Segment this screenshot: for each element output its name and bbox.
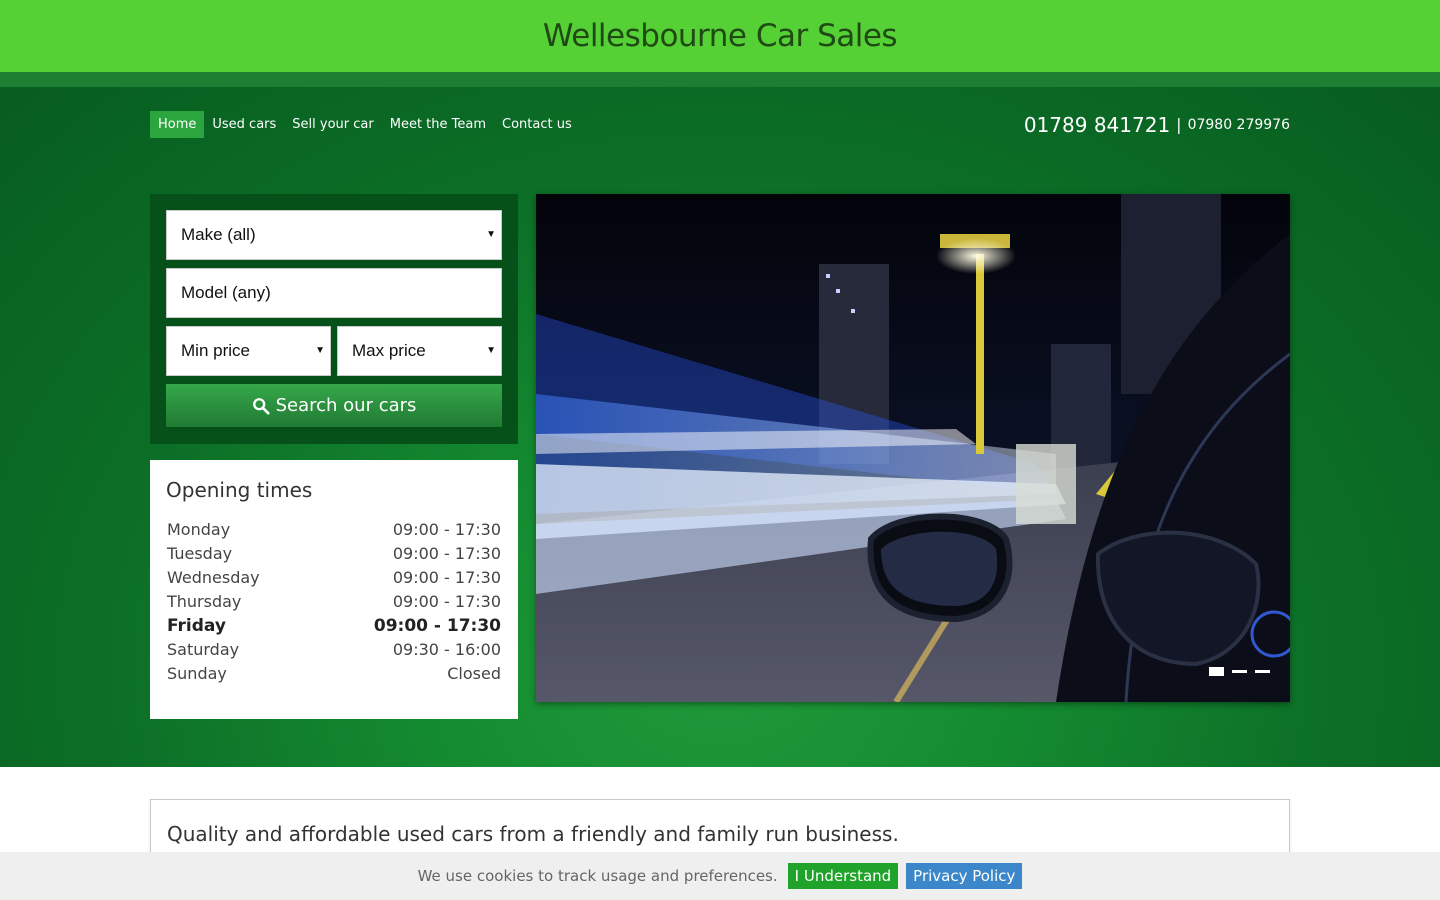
max-price-select[interactable]: Max price ▼ [337, 326, 502, 376]
min-price-value: Min price [181, 341, 250, 360]
hours-day: Thursday [167, 592, 242, 611]
nav-item-meet-the-team[interactable]: Meet the Team [382, 111, 494, 138]
hours-day: Friday [167, 616, 226, 636]
hours-day: Monday [167, 520, 231, 539]
night-car-light-trails-image [536, 194, 1290, 702]
hours-row: Tuesday 09:00 - 17:30 [166, 542, 501, 566]
hero-image-slider[interactable] [536, 194, 1290, 702]
chevron-down-icon: ▼ [315, 345, 325, 356]
hours-time: 09:00 - 17:30 [373, 616, 501, 636]
hero-section: Home Used cars Sell your car Meet the Te… [0, 72, 1440, 767]
search-icon [252, 397, 270, 415]
phone-separator: | [1176, 115, 1182, 134]
car-search-panel: Make (all) ▼ Model (any) Min price ▼ Max… [150, 194, 518, 444]
hours-row: Saturday 09:30 - 16:00 [166, 638, 501, 662]
hours-time: 09:30 - 16:00 [392, 640, 501, 659]
hours-time: 09:00 - 17:30 [392, 568, 501, 587]
accept-cookies-button[interactable]: I Understand [787, 863, 899, 889]
site-title: Wellesbourne Car Sales [542, 18, 898, 54]
slider-dots [1209, 667, 1270, 676]
hours-day: Sunday [167, 664, 227, 683]
slider-dot[interactable] [1232, 670, 1247, 673]
nav-item-home[interactable]: Home [150, 111, 205, 138]
hours-time: 09:00 - 17:30 [392, 592, 501, 611]
hours-day: Tuesday [167, 544, 233, 563]
site-header: Wellesbourne Car Sales [0, 0, 1440, 72]
slider-dot[interactable] [1255, 670, 1270, 673]
nav-item-used-cars[interactable]: Used cars [204, 111, 284, 138]
search-button-label: Search our cars [275, 395, 417, 416]
make-select[interactable]: Make (all) ▼ [166, 210, 502, 260]
cookie-text: We use cookies to track usage and prefer… [417, 867, 778, 885]
hours-row: Thursday 09:00 - 17:30 [166, 590, 501, 614]
intro-heading: Quality and affordable used cars from a … [167, 822, 899, 846]
nav-item-contact-us[interactable]: Contact us [494, 111, 580, 138]
privacy-policy-button[interactable]: Privacy Policy [906, 863, 1023, 889]
hours-day: Wednesday [167, 568, 260, 587]
hours-day: Saturday [167, 640, 240, 659]
opening-times-title: Opening times [166, 478, 313, 502]
hours-row: Wednesday 09:00 - 17:30 [166, 566, 501, 590]
phone-alt[interactable]: 07980 279976 [1188, 117, 1290, 133]
phone-main[interactable]: 01789 841721 [1024, 113, 1170, 137]
max-price-value: Max price [352, 341, 426, 360]
model-input[interactable]: Model (any) [166, 268, 502, 318]
hours-row-today: Friday 09:00 - 17:30 [166, 614, 501, 638]
hours-row: Sunday Closed [166, 662, 501, 686]
model-input-placeholder: Model (any) [181, 283, 271, 302]
hours-time: 09:00 - 17:30 [392, 544, 501, 563]
slider-dot[interactable] [1209, 667, 1224, 676]
opening-times-panel: Opening times Monday 09:00 - 17:30 Tuesd… [150, 460, 518, 719]
make-select-value: Make (all) [181, 225, 256, 244]
phone-numbers: 01789 841721 | 07980 279976 [1024, 111, 1290, 138]
cookie-bar: We use cookies to track usage and prefer… [0, 852, 1440, 900]
hours-row: Monday 09:00 - 17:30 [166, 518, 501, 542]
hours-time: Closed [447, 664, 501, 683]
chevron-down-icon: ▼ [486, 345, 496, 356]
search-button[interactable]: Search our cars [166, 384, 502, 427]
hours-time: 09:00 - 17:30 [392, 520, 501, 539]
nav-item-sell-your-car[interactable]: Sell your car [284, 111, 381, 138]
main-nav: Home Used cars Sell your car Meet the Te… [150, 111, 580, 138]
chevron-down-icon: ▼ [486, 229, 496, 240]
min-price-select[interactable]: Min price ▼ [166, 326, 331, 376]
